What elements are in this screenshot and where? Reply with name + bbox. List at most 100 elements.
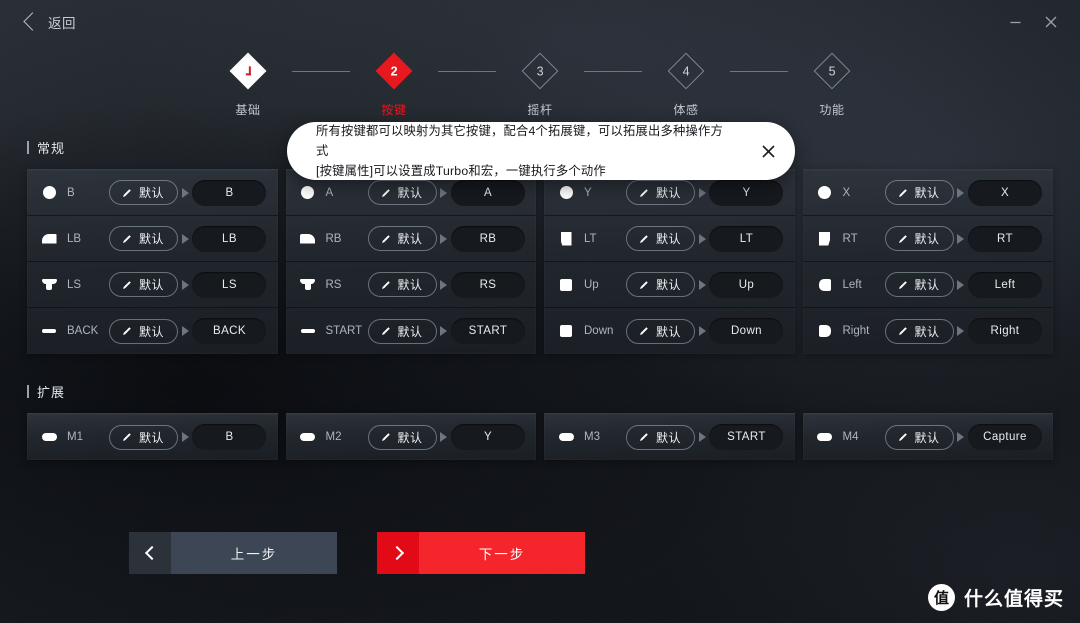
edit-mode-button[interactable]: 默认 — [109, 318, 179, 344]
target-button-pill[interactable]: Y — [450, 424, 525, 450]
step-marker: 4 — [667, 48, 705, 94]
minimize-button[interactable] — [998, 7, 1032, 37]
edit-mode-button[interactable]: 默认 — [626, 272, 696, 297]
target-button-pill[interactable]: Y — [709, 179, 784, 206]
source-button-label: M3 — [584, 431, 600, 443]
edit-mode-button[interactable]: 默认 — [626, 180, 696, 205]
edit-mode-button[interactable]: 默认 — [367, 272, 437, 297]
source-button-label: BACK — [67, 325, 99, 337]
previous-step-button[interactable]: 上一步 — [129, 532, 337, 574]
source-button-label: Right — [842, 325, 870, 337]
mapping-row: B 默认 B — [27, 170, 278, 216]
edit-mode-button[interactable]: 默认 — [109, 180, 179, 205]
step-diamond-todo: 5 — [813, 52, 851, 90]
step-number: 4 — [682, 63, 690, 78]
edit-mode-button[interactable]: 默认 — [109, 272, 179, 297]
tooltip-line-2: [按键属性]可以设置成Turbo和宏，一键执行多个动作 — [316, 164, 606, 178]
edit-mode-label: 默认 — [397, 232, 423, 246]
back-button[interactable]: 返回 — [23, 12, 76, 32]
edit-mode-button[interactable]: 默认 — [109, 226, 179, 251]
icon-shape — [560, 231, 572, 246]
target-button-pill[interactable]: A — [450, 179, 525, 206]
step-2[interactable]: 2 按键 — [350, 48, 438, 118]
maps-to-arrow-icon — [440, 187, 448, 198]
chevron-right-icon — [377, 532, 419, 574]
maps-to-arrow-icon — [698, 279, 706, 290]
icon-shape — [42, 329, 56, 333]
edit-mode-button[interactable]: 默认 — [884, 180, 954, 205]
target-button-pill[interactable]: Up — [709, 271, 784, 298]
pencil-icon — [123, 433, 131, 441]
maps-to-arrow-icon — [181, 233, 189, 244]
target-button-pill[interactable]: Right — [967, 318, 1042, 344]
edit-mode-button[interactable]: 默认 — [884, 226, 954, 251]
edit-mode-label: 默认 — [139, 232, 165, 246]
edit-mode-button[interactable]: 默认 — [626, 226, 696, 251]
maps-to-arrow-icon — [957, 187, 965, 198]
icon-shape — [41, 233, 57, 244]
section-title: 扩展 — [37, 385, 66, 400]
step-1[interactable]: 基础 — [204, 48, 292, 118]
target-button-pill[interactable]: LB — [192, 225, 267, 252]
edit-mode-button[interactable]: 默认 — [884, 318, 954, 344]
target-button-pill[interactable]: Left — [967, 271, 1042, 298]
target-button-pill[interactable]: START — [709, 424, 784, 450]
edit-mode-button[interactable]: 默认 — [367, 318, 437, 344]
source-button-label: A — [325, 186, 334, 199]
watermark: 值 什么值得买 — [927, 584, 1064, 611]
edit-mode-label: 默认 — [397, 278, 423, 292]
face-button-icon — [300, 185, 316, 201]
source-button-label: LS — [67, 278, 82, 291]
edit-mode-button[interactable]: 默认 — [626, 318, 696, 344]
step-5[interactable]: 5 功能 — [788, 48, 876, 118]
title-bar: 返回 — [0, 0, 1080, 44]
mapping-grid: M1 默认 B M2 默认 Y M3 默认 START M4 默认 Capture — [0, 413, 1080, 460]
target-button-pill[interactable]: LT — [709, 225, 784, 252]
edit-mode-button[interactable]: 默认 — [367, 226, 437, 251]
chevron-left-icon — [129, 532, 171, 574]
icon-shape — [41, 433, 57, 441]
target-button-pill[interactable]: LS — [192, 271, 267, 298]
target-button-pill[interactable]: START — [450, 318, 525, 344]
target-button-pill[interactable]: RS — [450, 271, 525, 298]
target-button-pill[interactable]: Down — [709, 318, 784, 344]
step-3[interactable]: 3 摇杆 — [496, 48, 584, 118]
close-button[interactable] — [1034, 7, 1068, 37]
icon-shape — [300, 233, 315, 244]
pencil-icon — [123, 188, 131, 197]
icon-shape — [301, 186, 314, 199]
mapping-grid: B 默认 B LB 默认 LB LS 默认 LS BACK 默认 BACK A 默认 A RB 默认 RB RS 默认… — [0, 169, 1080, 354]
target-button-pill[interactable]: Capture — [967, 424, 1042, 450]
step-4[interactable]: 4 体感 — [642, 48, 730, 118]
mapping-row: Down 默认 Down — [544, 308, 795, 354]
edit-mode-button[interactable]: 默认 — [626, 424, 696, 450]
step-diamond-todo: 3 — [521, 52, 559, 90]
target-button-pill[interactable]: B — [192, 179, 267, 206]
edit-mode-button[interactable]: 默认 — [109, 424, 179, 450]
previous-step-label: 上一步 — [171, 532, 337, 574]
chevron-left-icon — [23, 12, 42, 31]
pencil-icon — [640, 188, 648, 197]
target-button-pill[interactable]: X — [967, 179, 1042, 206]
next-step-label: 下一步 — [419, 532, 585, 574]
edit-mode-button[interactable]: 默认 — [367, 424, 437, 450]
edit-mode-label: 默认 — [397, 324, 423, 339]
edit-mode-button[interactable]: 默认 — [884, 272, 954, 297]
target-button-pill[interactable]: BACK — [192, 318, 267, 344]
target-button-pill[interactable]: RT — [967, 225, 1042, 252]
mapping-row: Up 默认 Up — [544, 262, 795, 308]
edit-mode-button[interactable]: 默认 — [367, 180, 437, 205]
macro-button-icon — [41, 429, 57, 445]
target-button-pill[interactable]: RB — [450, 225, 525, 252]
edit-mode-button[interactable]: 默认 — [884, 424, 954, 450]
target-button-pill[interactable]: B — [192, 424, 267, 450]
close-icon — [1045, 16, 1057, 28]
pencil-icon — [898, 188, 907, 197]
mapping-row: LB 默认 LB — [27, 216, 278, 262]
tooltip-close-button[interactable] — [741, 122, 795, 180]
mapping-row: X 默认 X — [802, 170, 1053, 216]
icon-shape — [300, 433, 315, 441]
icon-shape — [818, 278, 831, 291]
next-step-button[interactable]: 下一步 — [377, 532, 585, 574]
